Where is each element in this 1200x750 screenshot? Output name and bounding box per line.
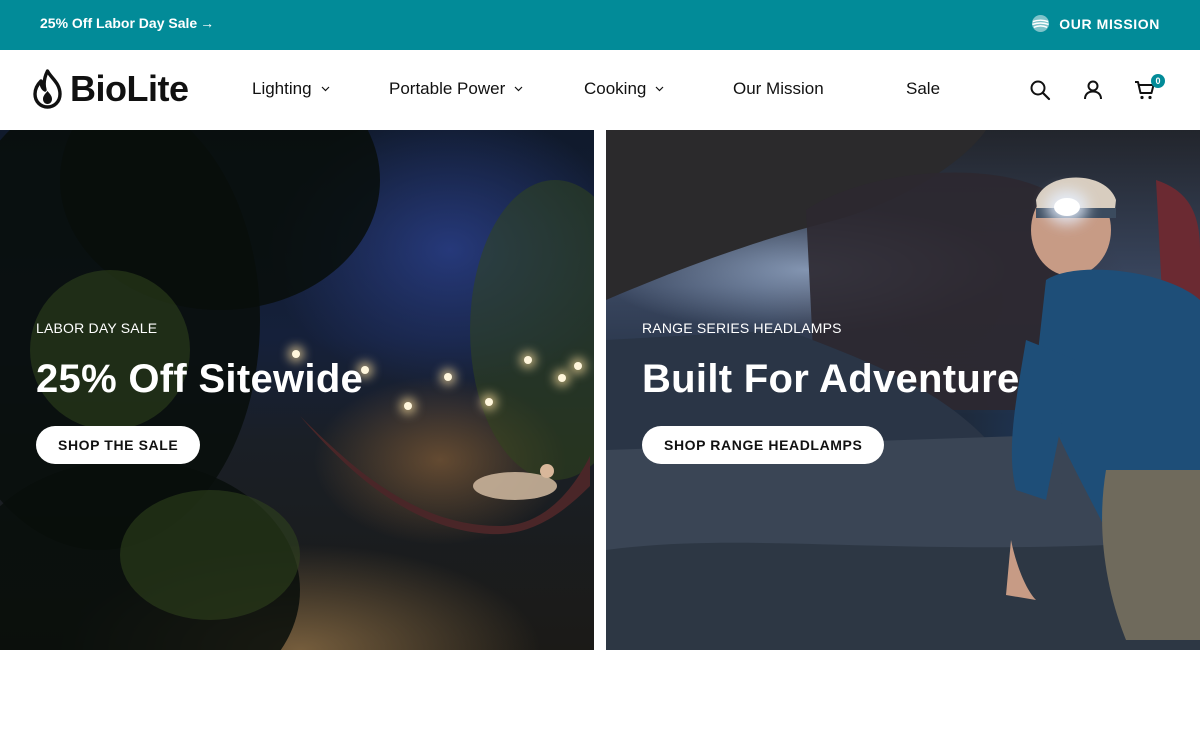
announcement-bar: 25% Off Labor Day Sale → OUR MISSION (0, 0, 1200, 50)
logo-text: BioLite (70, 68, 189, 109)
shop-the-sale-button[interactable]: SHOP THE SALE (36, 426, 201, 464)
hero-eyebrow: LABOR DAY SALE (36, 320, 158, 336)
flame-icon (33, 69, 62, 109)
nav-label: Sale (906, 79, 941, 98)
hero-labor-day-sale[interactable]: LABOR DAY SALE 25% Off Sitewide SHOP THE… (0, 130, 594, 650)
chevron-down-icon (321, 86, 329, 92)
hero-copy: RANGE SERIES HEADLAMPS Built For Adventu… (642, 320, 1020, 464)
shop-range-headlamps-button[interactable]: SHOP RANGE HEADLAMPS (642, 426, 885, 464)
promo-text: 25% Off Labor Day Sale (40, 15, 198, 31)
promo-link[interactable]: 25% Off Labor Day Sale → (40, 15, 214, 31)
chevron-down-icon (514, 86, 523, 92)
nav-portable-power[interactable]: Portable Power (389, 79, 523, 99)
nav-our-mission[interactable]: Our Mission (733, 79, 824, 99)
nav-label: Cooking (584, 79, 647, 98)
our-mission-link[interactable]: OUR MISSION (1031, 14, 1160, 33)
account-icon[interactable] (1081, 78, 1105, 102)
hero-range-headlamps[interactable]: RANGE SERIES HEADLAMPS Built For Adventu… (606, 130, 1200, 650)
site-header: BioLite Lighting Portable Power Cooking … (0, 50, 1200, 130)
nav-lighting[interactable]: Lighting (252, 79, 330, 99)
cart-count-badge: 0 (1151, 74, 1165, 88)
nav-sale[interactable]: Sale (906, 79, 940, 99)
nav-cooking[interactable]: Cooking (584, 79, 664, 99)
our-mission-label: OUR MISSION (1059, 15, 1160, 32)
nav-label: Lighting (252, 79, 312, 98)
hero-title: 25% Off Sitewide (36, 357, 364, 401)
nav-label: Portable Power (389, 79, 506, 98)
search-icon[interactable] (1028, 78, 1052, 102)
hero-copy: LABOR DAY SALE 25% Off Sitewide SHOP THE… (36, 320, 363, 464)
hero-title: Built For Adventure (642, 357, 1020, 401)
hero-eyebrow: RANGE SERIES HEADLAMPS (642, 320, 842, 336)
biolite-logo[interactable]: BioLite (31, 69, 189, 109)
globe-icon (1032, 14, 1050, 33)
nav-label: Our Mission (733, 79, 824, 98)
arrow-right-icon: → (200, 15, 215, 31)
chevron-down-icon (655, 86, 664, 92)
